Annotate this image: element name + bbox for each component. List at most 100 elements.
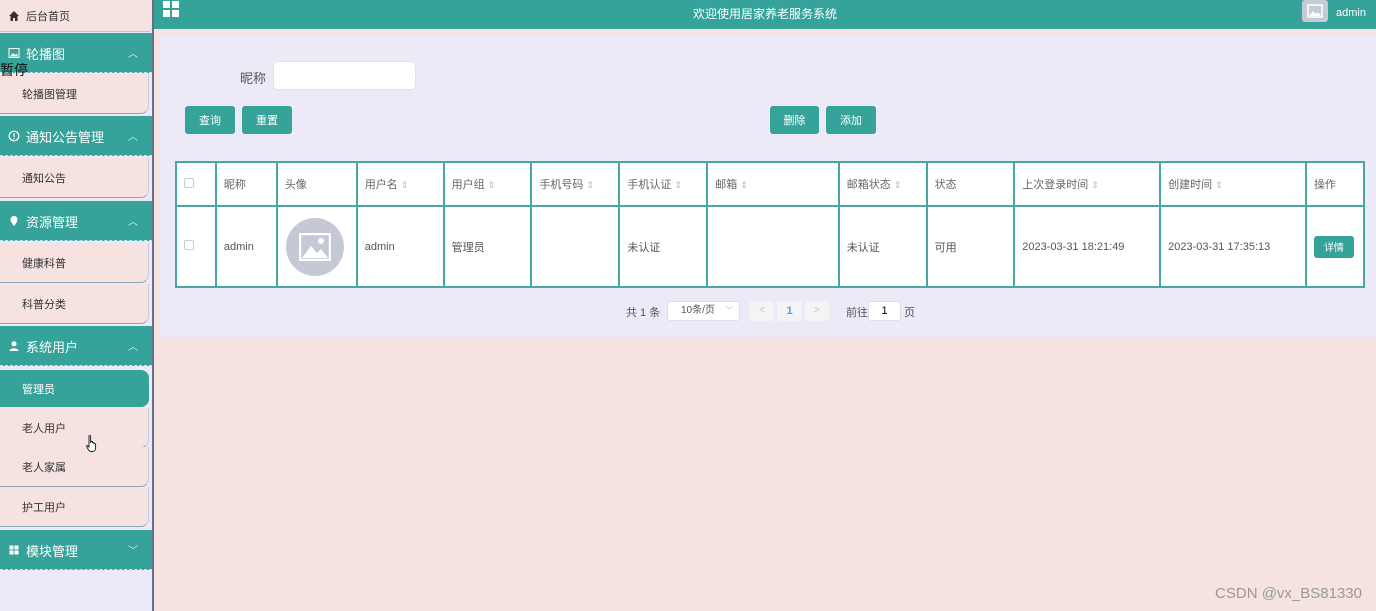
chevron-up-icon: ︿	[128, 342, 138, 353]
sort-icon[interactable]: ⇕	[586, 180, 594, 190]
sidebar-item-admin[interactable]: 管理员	[0, 370, 149, 407]
sidebar-item-label: 通知公告	[22, 172, 66, 185]
detail-button[interactable]: 详情	[1313, 235, 1354, 258]
nickname-label: 昵称	[240, 71, 267, 86]
sidebar-item-label: 健康科普	[22, 257, 66, 270]
sidebar-group-label: 轮播图	[26, 46, 66, 62]
sidebar-item-family[interactable]: 老人家属	[0, 447, 149, 487]
image-icon	[8, 48, 20, 58]
select-all-checkbox[interactable]	[184, 177, 194, 188]
column-header-phone[interactable]: 手机号码 ⇕	[530, 161, 621, 207]
sidebar-item-label: 护工用户	[22, 501, 66, 514]
column-header-status: 状态	[925, 161, 1016, 207]
sidebar-group-notice[interactable]: 通知公告管理 ︿	[0, 116, 152, 156]
cell-nickname: admin	[214, 205, 278, 288]
sidebar-item-caregiver[interactable]: 护工用户	[0, 487, 149, 527]
sidebar-group-resource[interactable]: 资源管理 ︿	[0, 201, 152, 241]
cell-group: 管理员	[442, 205, 533, 288]
sidebar-item-label: 老人家属	[22, 461, 66, 474]
sidebar-group-label: 资源管理	[26, 214, 79, 230]
chevron-down-icon: ﹀	[725, 306, 733, 315]
column-header-avatar: 头像	[275, 161, 358, 207]
cell-action: 详情	[1304, 205, 1366, 288]
image-placeholder-icon	[1307, 4, 1323, 18]
goto-page-input[interactable]	[868, 301, 901, 321]
sidebar-item-elderly[interactable]: 老人用户	[0, 408, 149, 448]
column-header-username[interactable]: 用户名 ⇕	[355, 161, 445, 207]
row-checkbox[interactable]	[184, 240, 194, 250]
watermark: CSDN @vx_BS81330	[1215, 585, 1362, 602]
sidebar: 后台首页 轮播图 ︿ 轮播图管理 通知公告管理 ︿ 通知公告 资源管理 ︿ 健康…	[0, 0, 154, 611]
page-size-select[interactable]: 10条/页 ﹀	[667, 301, 740, 321]
column-header-created[interactable]: 创建时间 ⇕	[1159, 161, 1307, 207]
column-header-last-login[interactable]: 上次登录时间 ⇕	[1013, 161, 1162, 207]
page-number-current[interactable]: 1	[777, 301, 802, 321]
delete-button[interactable]: 删除	[770, 106, 819, 134]
select-all-cell[interactable]	[175, 161, 217, 207]
sort-icon[interactable]: ⇕	[894, 180, 902, 190]
main-panel: 昵称 查询 重置 删除 添加 昵称 头像 用户名 ⇕ 用户组 ⇕ 手机号码 ⇕ 手机认…	[160, 35, 1376, 337]
sort-icon[interactable]: ⇕	[1215, 180, 1223, 190]
info-icon	[8, 130, 20, 142]
sidebar-group-users[interactable]: 系统用户 ︿	[0, 326, 152, 366]
location-icon	[10, 216, 18, 226]
sidebar-item-label: 后台首页	[26, 10, 70, 23]
cell-email-status: 未认证	[837, 205, 928, 288]
sort-icon[interactable]: ⇕	[401, 180, 409, 190]
sort-icon[interactable]: ⇕	[740, 180, 748, 190]
sidebar-group-label: 通知公告管理	[26, 129, 105, 145]
hand-cursor-icon	[86, 435, 97, 452]
sort-icon[interactable]: ⇕	[674, 180, 682, 190]
column-header-nickname: 昵称	[214, 161, 278, 207]
pagination-total: 共 1 条	[626, 307, 661, 319]
sidebar-group-label: 模块管理	[26, 543, 79, 559]
prev-page-button[interactable]: <	[750, 301, 774, 321]
cell-email	[706, 205, 840, 288]
chevron-left-icon: <	[759, 305, 765, 316]
sidebar-item-category[interactable]: 科普分类	[0, 284, 149, 324]
user-table: 昵称 头像 用户名 ⇕ 用户组 ⇕ 手机号码 ⇕ 手机认证 ⇕ 邮箱 ⇕ 邮箱状态 ⇕ 状态…	[175, 161, 1366, 288]
reset-button[interactable]: 重置	[242, 106, 292, 134]
nickname-input[interactable]	[273, 61, 416, 90]
query-button[interactable]: 查询	[185, 106, 235, 134]
username-label[interactable]: admin	[1336, 7, 1366, 19]
add-button[interactable]: 添加	[826, 106, 876, 134]
column-header-group[interactable]: 用户组 ⇕	[442, 161, 533, 207]
cell-phone-verified: 未认证	[618, 205, 709, 288]
table-header-row: 昵称 头像 用户名 ⇕ 用户组 ⇕ 手机号码 ⇕ 手机认证 ⇕ 邮箱 ⇕ 邮箱状态 ⇕ 状态…	[175, 161, 1366, 207]
grid-icon	[9, 545, 19, 555]
sidebar-item-label: 老人用户	[22, 422, 66, 435]
avatar[interactable]	[1302, 0, 1328, 22]
page-size-value: 10条/页	[681, 305, 715, 316]
chevron-up-icon: ︿	[128, 49, 138, 60]
sidebar-item-home[interactable]: 后台首页	[0, 0, 152, 32]
column-header-phone-verified[interactable]: 手机认证 ⇕	[618, 161, 709, 207]
stray-text: 暂停	[0, 62, 28, 78]
sort-icon[interactable]: ⇕	[488, 180, 496, 190]
next-page-button[interactable]: >	[805, 301, 829, 321]
chevron-up-icon: ︿	[128, 217, 138, 228]
sidebar-item-label: 管理员	[22, 383, 55, 396]
chevron-right-icon: >	[814, 305, 820, 316]
cell-status: 可用	[925, 205, 1016, 288]
sidebar-item-carousel-manage[interactable]: 轮播图管理	[0, 74, 149, 114]
chevron-up-icon: ︿	[128, 132, 138, 143]
table-row: admin admin 管理员 未认证 未认证 可用 2023-03-31 18…	[175, 205, 1366, 288]
sidebar-item-label: 轮播图管理	[22, 88, 77, 101]
column-header-email-status[interactable]: 邮箱状态 ⇕	[837, 161, 928, 207]
sidebar-item-label: 科普分类	[22, 298, 66, 311]
user-icon	[9, 341, 19, 351]
column-header-email[interactable]: 邮箱 ⇕	[706, 161, 840, 207]
cell-avatar	[275, 205, 358, 288]
top-header: 欢迎使用居家养老服务系统 admin	[154, 0, 1376, 29]
sidebar-group-module[interactable]: 模块管理 ﹀	[0, 530, 152, 570]
page-suffix-label: 页	[904, 307, 915, 319]
sidebar-item-notice[interactable]: 通知公告	[0, 158, 149, 198]
sort-icon[interactable]: ⇕	[1091, 180, 1099, 190]
sidebar-item-health[interactable]: 健康科普	[0, 243, 149, 283]
avatar-placeholder	[285, 217, 344, 276]
image-placeholder-icon	[298, 232, 331, 261]
column-header-action: 操作	[1304, 161, 1366, 207]
sidebar-group-label: 系统用户	[26, 339, 79, 355]
row-select-cell[interactable]	[175, 205, 217, 288]
